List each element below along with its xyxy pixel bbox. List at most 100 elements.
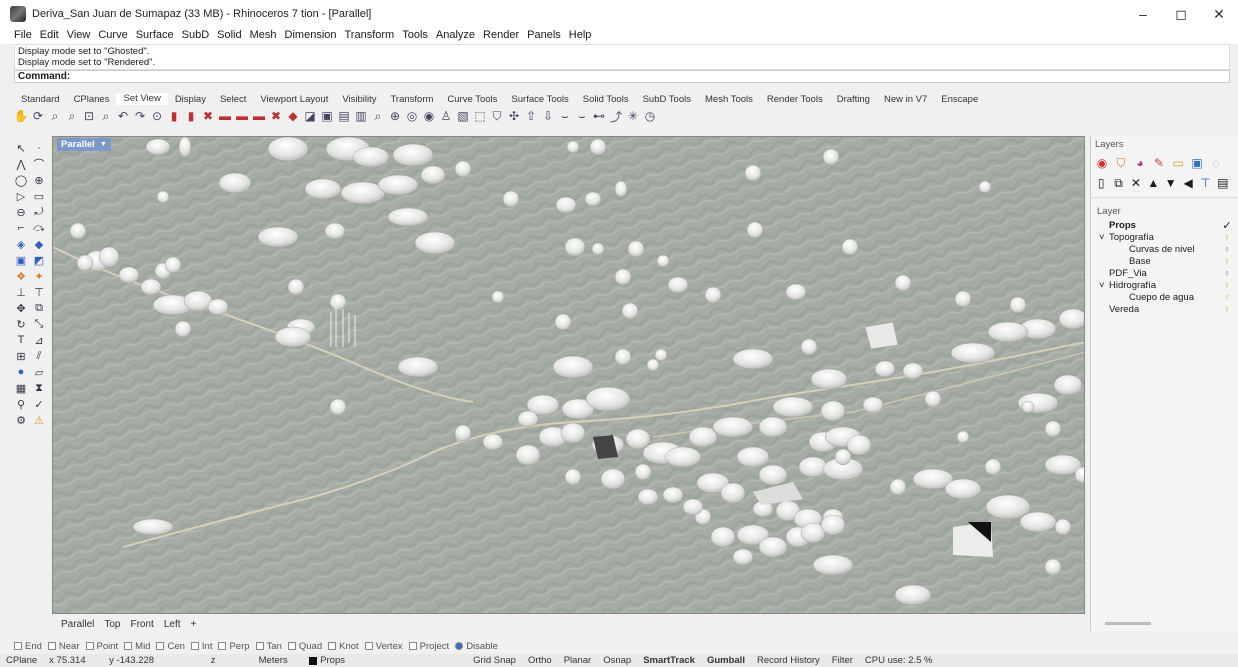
- tree-prop[interactable]: [515, 444, 541, 466]
- osnap-option[interactable]: Disable: [455, 641, 498, 652]
- move-out-icon[interactable]: ◀: [1182, 176, 1194, 190]
- properties-tab-icon[interactable]: ◉: [1095, 156, 1109, 170]
- offset-icon[interactable]: ⤾: [30, 204, 48, 220]
- layer-row[interactable]: ˅ Hidrografía ♀: [1091, 279, 1238, 291]
- tree-prop[interactable]: [564, 468, 582, 486]
- tree-prop[interactable]: [758, 416, 788, 438]
- move-down-icon[interactable]: ▼: [1165, 176, 1177, 190]
- tree-prop[interactable]: [712, 416, 754, 438]
- tree-prop[interactable]: [627, 240, 645, 258]
- tree-prop[interactable]: [894, 584, 932, 606]
- checkbox[interactable]: [364, 642, 373, 650]
- tree-prop[interactable]: [720, 482, 746, 504]
- tree-prop[interactable]: [862, 396, 884, 414]
- rotate-view-icon[interactable]: ⟳: [31, 109, 45, 123]
- camera-icon[interactable]: ◪: [303, 109, 317, 123]
- link-icon[interactable]: ⊷: [592, 109, 606, 123]
- help-tab-icon[interactable]: ◌: [1209, 156, 1223, 170]
- cplane-d-icon[interactable]: ✖: [269, 109, 283, 123]
- tree-prop[interactable]: [267, 137, 309, 162]
- tree-prop[interactable]: [978, 180, 992, 194]
- tree-prop[interactable]: [454, 160, 472, 178]
- tab-cplanes[interactable]: CPlanes: [67, 94, 117, 105]
- tree-prop[interactable]: [156, 190, 170, 204]
- cplane-top-icon[interactable]: ▮: [184, 109, 198, 123]
- person-icon[interactable]: ♙: [439, 109, 453, 123]
- box-solid-icon[interactable]: ▣: [12, 252, 30, 268]
- filter-toggle[interactable]: Filter: [826, 655, 859, 666]
- dot-icon[interactable]: ·: [30, 140, 48, 156]
- ellipse-icon[interactable]: ⊖: [12, 204, 30, 220]
- tree-prop[interactable]: [625, 428, 651, 450]
- tree-prop[interactable]: [218, 172, 252, 194]
- hourglass-icon[interactable]: ⧗: [30, 380, 48, 396]
- layers-tab-icon[interactable]: ⛉: [1114, 156, 1128, 170]
- tree-prop[interactable]: [667, 276, 689, 294]
- view-target-icon[interactable]: ⊕: [388, 109, 402, 123]
- tree-prop[interactable]: [944, 478, 982, 500]
- zoom-extents-icon[interactable]: ⌕: [65, 109, 79, 123]
- box-icon[interactable]: ▧: [456, 109, 470, 123]
- tree-prop[interactable]: [664, 446, 702, 468]
- cross-icon[interactable]: ✣: [507, 109, 521, 123]
- tree-prop[interactable]: [69, 222, 87, 240]
- lightbulb-icon[interactable]: ♀: [1222, 268, 1232, 278]
- rotate-icon[interactable]: ↻: [12, 316, 30, 332]
- expand-chevron-icon[interactable]: ˅: [1099, 232, 1109, 243]
- tree-prop[interactable]: [894, 274, 912, 292]
- tree-prop[interactable]: [785, 283, 807, 301]
- tab-solid-tools[interactable]: Solid Tools: [576, 94, 636, 105]
- tree-prop[interactable]: [656, 254, 670, 268]
- tab-drafting[interactable]: Drafting: [830, 94, 877, 105]
- viewport-label[interactable]: Parallel ▼: [57, 138, 111, 151]
- checkbox[interactable]: [218, 642, 227, 650]
- mesh2-icon[interactable]: ⊤: [30, 284, 48, 300]
- tree-prop[interactable]: [984, 458, 1002, 476]
- tree-prop[interactable]: [482, 433, 504, 451]
- tab-standard[interactable]: Standard: [14, 94, 67, 105]
- tree-prop[interactable]: [950, 342, 996, 364]
- new-layer-icon[interactable]: ▯: [1095, 176, 1107, 190]
- loft-icon[interactable]: ◆: [30, 236, 48, 252]
- pan-icon[interactable]: ✋: [14, 109, 29, 123]
- tree-prop[interactable]: [387, 207, 429, 227]
- house-prop[interactable]: [864, 321, 899, 350]
- tab-new-in-v7[interactable]: New in V7: [877, 94, 934, 105]
- named-view-icon[interactable]: ▣: [320, 109, 334, 123]
- tree-prop[interactable]: [517, 410, 539, 428]
- tab-render-tools[interactable]: Render Tools: [760, 94, 830, 105]
- tree-prop[interactable]: [902, 362, 924, 380]
- osnap-option[interactable]: Near: [47, 641, 80, 652]
- lightbulb-icon[interactable]: ♀: [1222, 256, 1232, 266]
- tree-prop[interactable]: [174, 320, 192, 338]
- tree-prop[interactable]: [798, 456, 828, 478]
- sun-icon[interactable]: ✳: [626, 109, 640, 123]
- grid-snap-toggle[interactable]: Grid Snap: [467, 655, 522, 666]
- tree-prop[interactable]: [956, 430, 970, 444]
- tab-front[interactable]: Front: [125, 619, 158, 630]
- text-icon[interactable]: T: [12, 332, 30, 348]
- checkbox[interactable]: [287, 642, 296, 650]
- triangle-icon[interactable]: ▷: [12, 188, 30, 204]
- move-icon[interactable]: ✥: [12, 300, 30, 316]
- gumball-toggle[interactable]: Gumball: [701, 655, 751, 666]
- tree-prop[interactable]: [554, 313, 572, 331]
- units-label[interactable]: Meters: [243, 655, 303, 666]
- tab-surface-tools[interactable]: Surface Tools: [504, 94, 575, 105]
- command-prompt[interactable]: Command:: [14, 70, 1230, 83]
- tree-prop[interactable]: [145, 138, 171, 156]
- tab-mesh-tools[interactable]: Mesh Tools: [698, 94, 760, 105]
- extrude-icon[interactable]: ◩: [30, 252, 48, 268]
- tab-parallel[interactable]: Parallel: [56, 619, 99, 630]
- tab-set-view[interactable]: Set View: [116, 93, 168, 105]
- tree-prop[interactable]: [614, 268, 632, 286]
- globe-icon[interactable]: ◎: [405, 109, 419, 123]
- lightbulb-icon[interactable]: ♀: [1222, 232, 1232, 242]
- curve-icon[interactable]: ⌒: [30, 156, 48, 172]
- checkbox[interactable]: [408, 642, 417, 650]
- tab-visibility[interactable]: Visibility: [335, 94, 383, 105]
- tree-prop[interactable]: [1019, 511, 1057, 533]
- tab-select[interactable]: Select: [213, 94, 253, 105]
- close-button[interactable]: ✕: [1200, 0, 1238, 28]
- tree-prop[interactable]: [491, 290, 505, 304]
